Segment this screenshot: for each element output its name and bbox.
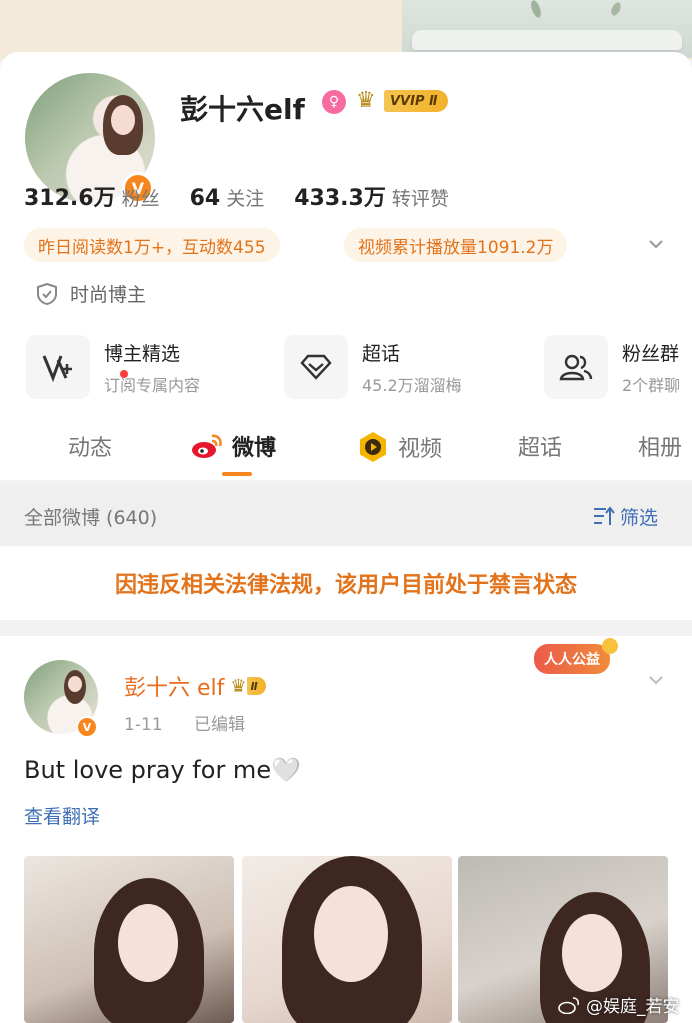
post-image[interactable] — [242, 856, 452, 1023]
quick-link-subtitle: 45.2万溜溜梅 — [362, 375, 462, 395]
quick-link-title: 粉丝群 — [622, 342, 680, 365]
quick-link-subtitle: 2个群聊 — [622, 375, 681, 395]
tab-label: 超话 — [518, 436, 563, 461]
tab-video[interactable]: 视频 — [356, 430, 442, 464]
post-edited-label: 已编辑 — [194, 715, 245, 735]
filter-bar: 全部微博 (640) 筛选 — [0, 486, 692, 546]
quick-link-subtitle: 订阅专属内容 — [104, 375, 201, 395]
post-vip-level: Ⅱ — [246, 677, 266, 695]
vip-level-label: VVIP Ⅱ — [384, 90, 448, 112]
video-stat-pill[interactable]: 视频累计播放量1091.2万 — [344, 228, 568, 262]
post-author[interactable]: 彭十六 elf ♛ Ⅱ — [124, 670, 266, 702]
v-plus-icon — [26, 335, 90, 399]
followers-count[interactable]: 312.6万 — [24, 180, 116, 212]
weibo-icon — [192, 434, 222, 458]
notification-dot — [120, 370, 128, 378]
tab-album[interactable]: 相册 — [638, 430, 682, 462]
engagement-label: 转评赞 — [391, 188, 449, 210]
quick-link-title: 博主精选 — [104, 342, 181, 365]
tab-supertopic[interactable]: 超话 — [518, 430, 562, 462]
charity-badge[interactable]: 人人公益 — [534, 638, 618, 674]
weibo-logo-icon — [558, 996, 580, 1014]
profile-stats: 312.6万 粉丝 64 关注 433.3万 转评赞 — [24, 180, 479, 212]
post-vip-badge: ♛ Ⅱ — [230, 675, 266, 697]
engagement-count: 433.3万 — [294, 186, 386, 211]
profile-tabs: 动态 微博 视频 超话 相册 — [0, 422, 692, 480]
post-image[interactable] — [24, 856, 234, 1023]
quick-link-supertopic[interactable]: 超话 45.2万溜溜梅 — [284, 334, 462, 400]
charity-label: 人人公益 — [544, 652, 600, 668]
filter-label: 筛选 — [620, 506, 659, 529]
tab-label: 视频 — [398, 437, 443, 462]
group-icon — [544, 335, 608, 399]
chevron-down-icon[interactable] — [646, 234, 668, 256]
verified-badge-icon: V — [76, 716, 98, 738]
category-label: 时尚博主 — [70, 284, 147, 306]
all-posts-count[interactable]: 全部微博 (640) — [24, 503, 157, 530]
diamond-icon — [284, 335, 348, 399]
video-icon — [360, 432, 386, 462]
crown-icon: ♛ — [230, 675, 247, 697]
tab-feed[interactable]: 动态 — [68, 430, 112, 462]
translate-link[interactable]: 查看翻译 — [24, 802, 100, 829]
followers-label[interactable]: 粉丝 — [122, 184, 160, 211]
female-icon: ♀ — [322, 90, 346, 114]
post-meta: 1-11 已编辑 — [124, 710, 271, 735]
quick-link-selected[interactable]: 博主精选 订阅专属内容 — [26, 334, 200, 400]
tab-label: 微博 — [232, 436, 277, 461]
tab-label: 动态 — [68, 436, 113, 461]
cover-photo — [402, 0, 692, 58]
post-card: V 彭十六 elf ♛ Ⅱ 1-11 已编辑 人人公益 But love pra… — [0, 636, 692, 1023]
post-text: But love pray for me🤍 — [24, 756, 301, 784]
sun-icon — [602, 638, 618, 654]
following-label[interactable]: 关注 — [226, 184, 264, 211]
quick-link-fan-group[interactable]: 粉丝群 2个群聊 — [544, 334, 680, 400]
active-tab-indicator — [222, 472, 252, 476]
tab-label: 相册 — [638, 436, 683, 461]
post-author-name: 彭十六 elf — [124, 676, 225, 701]
tab-weibo[interactable]: 微博 — [190, 430, 276, 462]
category-row[interactable]: 时尚博主 — [36, 280, 146, 307]
shield-icon — [37, 282, 57, 305]
crown-icon: ♛ — [356, 88, 376, 113]
vip-badge[interactable]: ♛ VVIP Ⅱ — [356, 88, 448, 114]
following-count[interactable]: 64 — [190, 186, 221, 211]
ban-notice: 因违反相关法律法规，该用户目前处于禁言状态 — [0, 546, 692, 620]
reads-stat-pill[interactable]: 昨日阅读数1万+，互动数455 — [24, 228, 280, 262]
quick-link-title: 超话 — [362, 342, 401, 365]
post-menu-chevron-icon[interactable] — [646, 670, 666, 695]
profile-cover — [0, 0, 692, 60]
profile-card: V 彭十六elf ♀ ♛ VVIP Ⅱ 312.6万 粉丝 64 关注 433.… — [0, 52, 692, 480]
watermark: @娱庭_若安 — [558, 992, 680, 1017]
profile-name: 彭十六elf — [180, 93, 305, 126]
filter-icon — [594, 506, 615, 525]
post-date: 1-11 — [124, 715, 163, 735]
filter-button[interactable]: 筛选 — [592, 503, 658, 530]
watermark-text: @娱庭_若安 — [586, 997, 680, 1017]
